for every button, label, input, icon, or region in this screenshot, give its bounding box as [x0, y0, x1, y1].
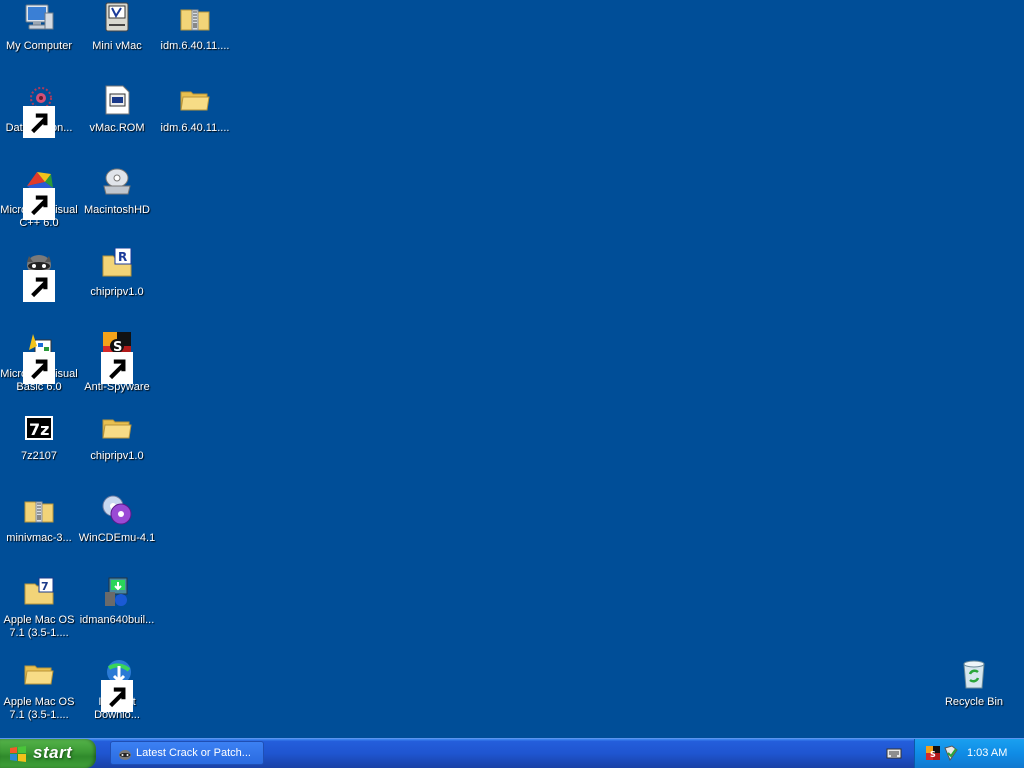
desktop-icon-mini-vmac[interactable]: Mini vMac — [78, 2, 156, 72]
desktop-icon-visual-cpp[interactable]: Microsoft Visual C++ 6.0 — [0, 166, 78, 236]
desktop-icon-visual-basic[interactable]: Microsoft Visual Basic 6.0 — [0, 330, 78, 400]
zip-folder-icon — [179, 2, 211, 34]
system-tray: S 1:03 AM — [914, 739, 1024, 768]
rom-file-icon — [101, 84, 133, 116]
desktop-icon-apple-mac-os-7z[interactable]: 7 Apple Mac OS 7.1 (3.5-1.... — [0, 576, 78, 646]
datawagon-icon — [23, 84, 55, 138]
desktop-icon-vmac-rom[interactable]: vMac.ROM — [78, 84, 156, 154]
start-button[interactable]: start — [0, 739, 96, 768]
recycle-bin-icon — [958, 658, 990, 690]
mini-vmac-icon — [101, 2, 133, 34]
desktop-icon-idman640-installer[interactable]: idman640buil... — [78, 576, 156, 646]
7zip-icon: 7z — [23, 412, 55, 444]
desktop-icon-label: idm.6.40.11.... — [160, 40, 230, 52]
clock[interactable]: 1:03 AM — [967, 747, 1007, 759]
svg-text:S: S — [930, 750, 936, 759]
shortcut-arrow-icon — [101, 352, 133, 384]
folder-icon — [23, 658, 55, 690]
desktop-icon-macintoshhd[interactable]: MacintoshHD — [78, 166, 156, 236]
desktop-icon-label: chipripv1.0 — [90, 450, 144, 462]
mypal-icon — [23, 248, 55, 302]
shortcut-arrow-icon — [23, 188, 55, 220]
desktop-icon-7z2107[interactable]: 7z 7z2107 — [0, 412, 78, 482]
desktop-icon-minivmac-zip[interactable]: minivmac-3... — [0, 494, 78, 564]
desktop-icon-label: My Computer — [5, 40, 73, 52]
desktop-icon-label: 7z2107 — [20, 450, 58, 462]
my-computer-icon — [23, 2, 55, 34]
disk-image-icon — [101, 166, 133, 198]
visual-basic-icon — [23, 330, 55, 384]
idm-installer-icon — [101, 576, 133, 608]
shortcut-arrow-icon — [23, 106, 55, 138]
windows-logo-icon — [9, 745, 27, 763]
zip-folder-icon — [23, 494, 55, 526]
wincdemu-icon — [101, 494, 133, 526]
desktop-icon-label: Apple Mac OS 7.1 (3.5-1.... — [3, 696, 75, 721]
taskbar-window-button[interactable]: Latest Crack or Patch... — [110, 741, 264, 765]
desktop[interactable]: My Computer DataWagon... Microsoft Visua… — [0, 0, 1024, 738]
desktop-icon-mypal[interactable]: Mypal — [0, 248, 78, 318]
svg-text:R: R — [118, 250, 127, 264]
desktop-icon-wincdemu[interactable]: WinCDEmu-4.1 — [78, 494, 156, 564]
avg-icon: S — [101, 330, 133, 384]
desktop-icon-internet-download-manager[interactable]: Internet Downlo... — [78, 658, 156, 728]
desktop-icon-label: WinCDEmu-4.1 — [78, 532, 156, 544]
desktop-icon-idm-folder[interactable]: idm.6.40.11.... — [156, 84, 234, 154]
taskbar-window-title: Latest Crack or Patch... — [136, 747, 251, 759]
mypal-icon — [117, 746, 133, 762]
shortcut-arrow-icon — [23, 270, 55, 302]
desktop-icon-chipripv1-folder[interactable]: chipripv1.0 — [78, 412, 156, 482]
shortcut-arrow-icon — [23, 352, 55, 384]
svg-text:7z: 7z — [29, 420, 49, 439]
keyboard-icon[interactable] — [886, 746, 902, 760]
desktop-icon-label: Mini vMac — [92, 40, 142, 52]
desktop-icon-label: MacintoshHD — [83, 204, 151, 216]
folder-icon — [179, 84, 211, 116]
desktop-icon-label: vMac.ROM — [89, 122, 145, 134]
desktop-icon-label: Apple Mac OS 7.1 (3.5-1.... — [3, 614, 75, 639]
desktop-icon-idm-zip[interactable]: idm.6.40.11.... — [156, 2, 234, 72]
desktop-icon-apple-mac-os-folder[interactable]: Apple Mac OS 7.1 (3.5-1.... — [0, 658, 78, 728]
desktop-icon-recycle-bin[interactable]: Recycle Bin — [935, 658, 1013, 728]
shortcut-arrow-icon — [101, 680, 133, 712]
desktop-icon-label: Recycle Bin — [944, 696, 1004, 708]
avg-tray-icon[interactable]: S — [925, 745, 941, 761]
desktop-icon-label: idm.6.40.11.... — [160, 122, 230, 134]
7z-folder-icon: 7 — [23, 576, 55, 608]
visual-cpp-icon — [23, 166, 55, 220]
desktop-icon-label: chipripv1.0 — [90, 286, 144, 298]
internet-download-manager-icon — [101, 658, 133, 712]
taskbar: start Latest Crack or Patch... S 1:03 AM — [0, 738, 1024, 768]
svg-text:7: 7 — [41, 580, 49, 593]
desktop-icon-chipripv1-rar[interactable]: R chipripv1.0 — [78, 248, 156, 318]
security-shield-tray-icon[interactable] — [943, 745, 959, 762]
desktop-icon-label: minivmac-3... — [6, 532, 72, 544]
desktop-icon-avg-anti-spyware[interactable]: S AVG Anti-Spyware — [78, 330, 156, 400]
folder-icon — [101, 412, 133, 444]
start-label: start — [33, 743, 73, 762]
rar-folder-icon: R — [101, 248, 133, 280]
desktop-icon-label: idman640buil... — [79, 614, 155, 626]
desktop-icon-my-computer[interactable]: My Computer — [0, 2, 78, 72]
desktop-icon-datawagon[interactable]: DataWagon... — [0, 84, 78, 154]
